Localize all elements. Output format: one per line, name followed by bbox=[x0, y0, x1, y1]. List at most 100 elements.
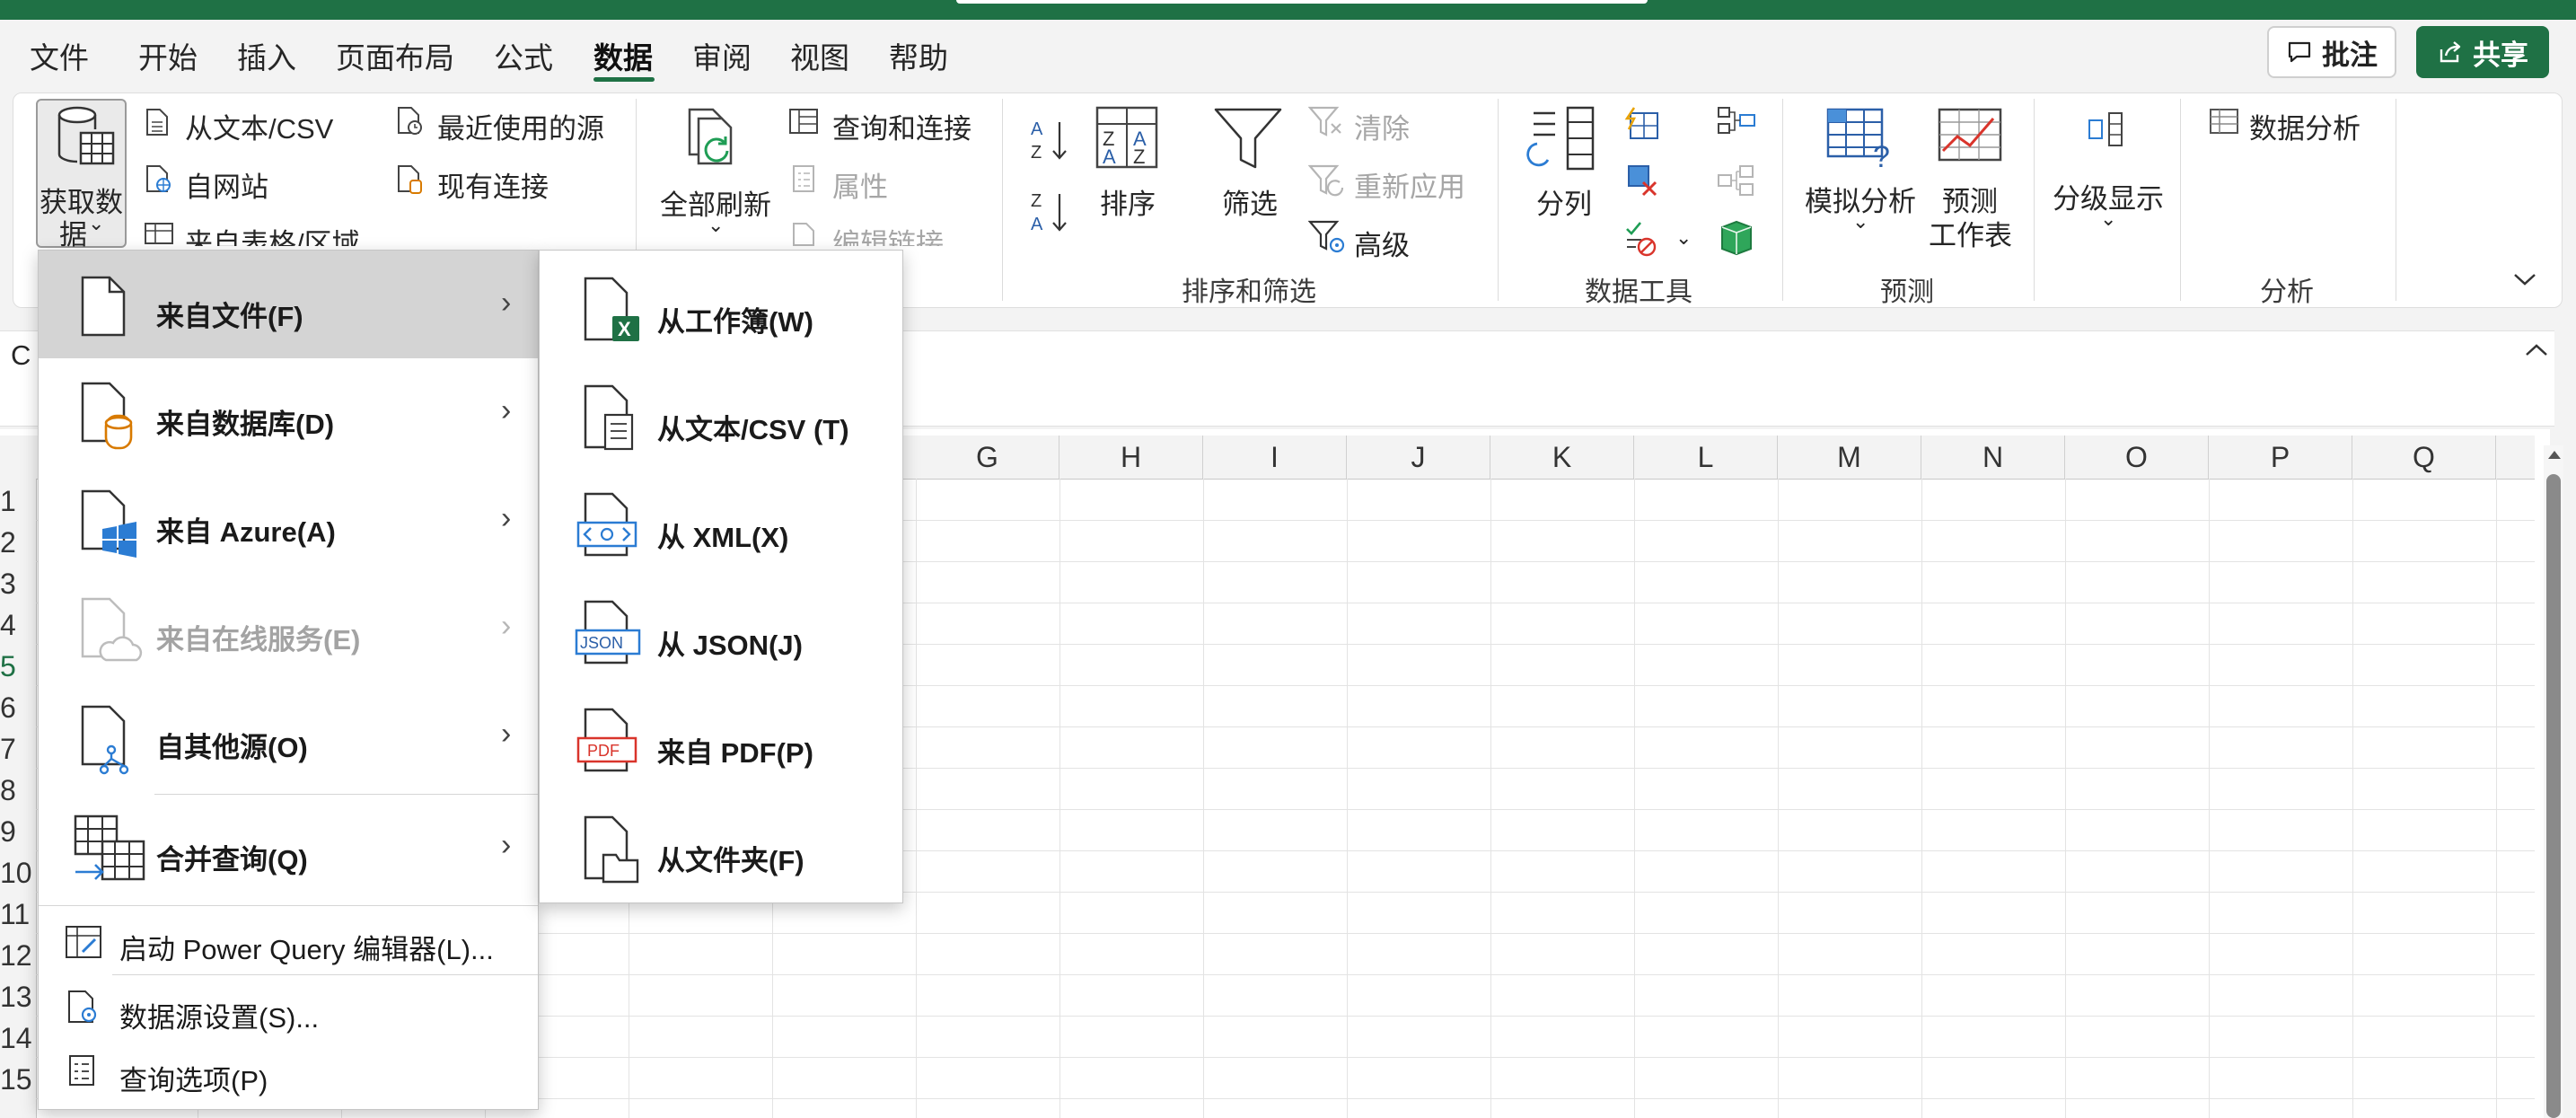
search-box[interactable] bbox=[956, 0, 1648, 4]
edit-links-button[interactable]: 编辑链接 bbox=[832, 221, 944, 246]
chevron-right-icon: › bbox=[501, 393, 512, 427]
row-header[interactable]: 13 bbox=[0, 976, 36, 1017]
column-header[interactable]: L bbox=[1634, 436, 1778, 479]
from-web-button[interactable]: 自网站 bbox=[185, 164, 268, 205]
reapply-button[interactable]: 重新应用 bbox=[1354, 164, 1465, 205]
svg-text:Z: Z bbox=[1031, 191, 1042, 211]
from-other-sources-label[interactable]: 自其他源(O) bbox=[156, 725, 308, 765]
recent-sources-button[interactable]: 最近使用的源 bbox=[437, 106, 604, 146]
from-text-csv[interactable]: 从文本/CSV (T) bbox=[657, 407, 849, 447]
text-csv-icon bbox=[584, 384, 634, 451]
from-text-csv-button[interactable]: 从文本/CSV bbox=[185, 106, 333, 146]
column-header[interactable]: H bbox=[1059, 436, 1203, 479]
row-header[interactable]: 14 bbox=[0, 1017, 36, 1059]
combine-queries-label[interactable]: 合并查询(Q) bbox=[156, 837, 308, 877]
web-file-icon bbox=[146, 165, 171, 192]
row-header[interactable]: 9 bbox=[0, 811, 36, 852]
column-header[interactable]: J bbox=[1347, 436, 1490, 479]
scroll-up-icon[interactable] bbox=[2545, 447, 2563, 462]
row-header[interactable]: 6 bbox=[0, 687, 36, 728]
recent-sources-icon bbox=[398, 107, 422, 135]
column-header[interactable]: N bbox=[1921, 436, 2065, 479]
chevron-right-icon: › bbox=[501, 828, 512, 862]
column-header[interactable]: P bbox=[2209, 436, 2352, 479]
advanced-button[interactable]: 高级 bbox=[1354, 223, 1410, 263]
text-file-icon bbox=[146, 109, 168, 136]
sort-ascending-icon: A Z bbox=[1031, 119, 1067, 163]
filter-button[interactable]: 筛选 bbox=[1222, 181, 1278, 222]
row-header[interactable]: 3 bbox=[0, 563, 36, 604]
from-online-services-label[interactable]: 来自在线服务(E) bbox=[156, 617, 360, 657]
query-options[interactable]: 查询选项(P) bbox=[119, 1058, 268, 1098]
text-to-columns-icon bbox=[1526, 106, 1595, 171]
file-icon bbox=[81, 276, 126, 337]
data-source-settings[interactable]: 数据源设置(S)... bbox=[119, 995, 319, 1035]
launch-power-query-editor[interactable]: 启动 Power Query 编辑器(L)... bbox=[119, 927, 494, 967]
collapse-formula-bar-icon[interactable] bbox=[2524, 342, 2549, 358]
data-analysis-button[interactable]: 数据分析 bbox=[2249, 106, 2361, 146]
properties-button[interactable]: 属性 bbox=[832, 164, 888, 205]
data-model-icon bbox=[1721, 220, 1752, 256]
row-header[interactable]: 12 bbox=[0, 935, 36, 976]
svg-text:Z: Z bbox=[1133, 145, 1145, 168]
properties-icon bbox=[793, 165, 814, 192]
row-header[interactable]: 15 bbox=[0, 1059, 36, 1100]
from-azure-label[interactable]: 来自 Azure(A) bbox=[156, 509, 336, 550]
column-header[interactable]: O bbox=[2065, 436, 2209, 479]
scrollbar-thumb[interactable] bbox=[2546, 474, 2561, 1118]
row-header[interactable]: 10 bbox=[0, 852, 36, 894]
row-header[interactable]: 5 bbox=[0, 646, 36, 687]
tab-view[interactable]: 视图 bbox=[790, 34, 849, 77]
chevron-right-icon: › bbox=[501, 501, 512, 535]
clear-button[interactable]: 清除 bbox=[1354, 106, 1410, 146]
name-box[interactable]: C bbox=[11, 339, 31, 372]
group-separator bbox=[2180, 99, 2181, 301]
row-header[interactable]: 2 bbox=[0, 522, 36, 563]
online-services-icon bbox=[81, 597, 143, 662]
row-header[interactable]: 11 bbox=[0, 894, 36, 935]
queries-connections-icon bbox=[789, 109, 818, 134]
row-header[interactable]: 4 bbox=[0, 604, 36, 646]
json-glyph: JSON bbox=[580, 634, 623, 652]
svg-text:A: A bbox=[1103, 145, 1116, 168]
column-header[interactable]: K bbox=[1490, 436, 1634, 479]
existing-connections-button[interactable]: 现有连接 bbox=[437, 164, 549, 205]
tab-page-layout[interactable]: 页面布局 bbox=[336, 34, 454, 77]
from-database-label[interactable]: 来自数据库(D) bbox=[156, 401, 334, 442]
row-header[interactable]: 7 bbox=[0, 728, 36, 770]
text-to-columns-button[interactable]: 分列 bbox=[1536, 181, 1592, 222]
analysis-group-label: 分析 bbox=[2260, 277, 2314, 307]
folder-icon bbox=[584, 815, 639, 884]
forecast-sheet-label-2[interactable]: 工作表 bbox=[1929, 213, 2012, 253]
from-xml[interactable]: 从 XML(X) bbox=[657, 515, 788, 555]
sort-button[interactable]: 排序 bbox=[1100, 181, 1156, 222]
ribbon-expand-icon[interactable] bbox=[2512, 271, 2537, 287]
tab-review[interactable]: 审阅 bbox=[692, 34, 752, 77]
tab-help[interactable]: 帮助 bbox=[889, 34, 948, 77]
row-header[interactable]: 1 bbox=[0, 480, 36, 522]
comments-button[interactable]: 批注 bbox=[2267, 26, 2396, 78]
from-table-range-button[interactable]: 来自表格/区域 bbox=[185, 221, 360, 246]
clear-filter-icon bbox=[1308, 106, 1341, 136]
grid-line bbox=[2209, 479, 2210, 1118]
column-header[interactable]: Q bbox=[2352, 436, 2496, 479]
queries-connections-button[interactable]: 查询和连接 bbox=[832, 106, 971, 146]
grid-line bbox=[1778, 479, 1779, 1118]
grid-line bbox=[1347, 479, 1348, 1118]
share-button[interactable]: 共享 bbox=[2416, 26, 2549, 78]
tab-insert[interactable]: 插入 bbox=[237, 34, 296, 77]
from-pdf[interactable]: 来自 PDF(P) bbox=[657, 730, 813, 770]
from-json[interactable]: 从 JSON(J) bbox=[657, 622, 803, 663]
tab-formulas[interactable]: 公式 bbox=[494, 34, 553, 77]
get-data-menu bbox=[38, 250, 539, 1110]
group-separator bbox=[1002, 99, 1003, 301]
column-header[interactable]: I bbox=[1203, 436, 1347, 479]
from-folder[interactable]: 从文件夹(F) bbox=[657, 838, 804, 878]
column-header[interactable]: G bbox=[916, 436, 1059, 479]
tab-data[interactable]: 数据 bbox=[593, 34, 653, 77]
from-workbook[interactable]: 从工作簿(W) bbox=[657, 299, 813, 339]
tab-file[interactable]: 文件 bbox=[30, 34, 89, 77]
column-header[interactable]: M bbox=[1778, 436, 1921, 479]
tab-home[interactable]: 开始 bbox=[138, 34, 198, 77]
row-header[interactable]: 8 bbox=[0, 770, 36, 811]
